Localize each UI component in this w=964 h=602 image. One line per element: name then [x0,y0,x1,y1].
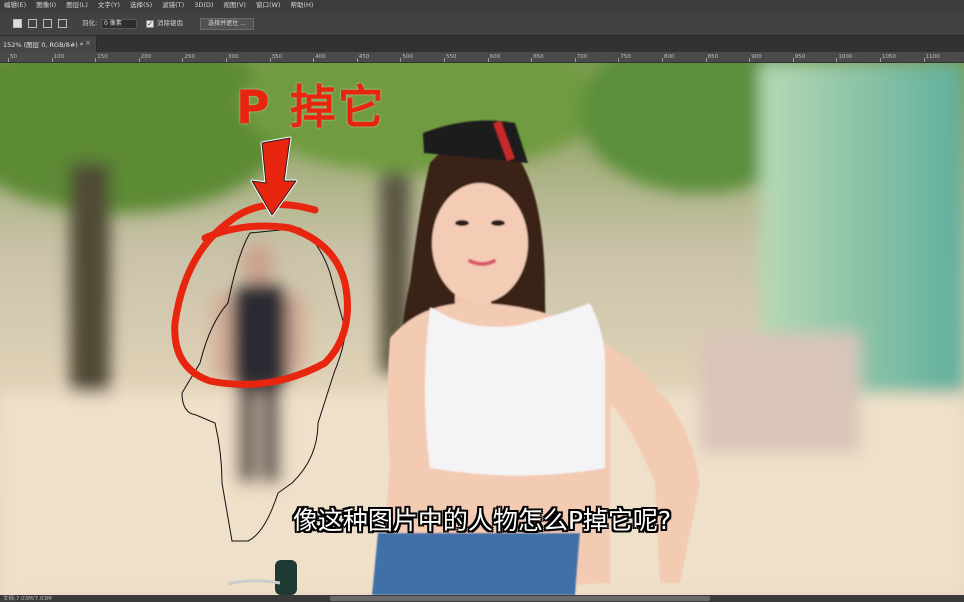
new-selection-icon[interactable] [13,19,22,28]
ruler-tick [356,58,358,62]
status-bar: 文档:7.03M/7.03M [0,595,964,602]
ruler-tick [792,58,794,62]
ruler-tick [182,58,184,62]
ruler-tick [8,58,9,62]
ruler-tick-label: 800 [664,54,675,60]
ruler-tick-label: 700 [576,54,588,60]
menu-item[interactable]: 视图(V) [223,0,246,11]
feather-label: 羽化: [82,19,98,27]
ruler-tick-label: 100 [53,54,65,60]
ruler-tick-label: 1100 [925,54,940,60]
ruler-tick-label: 400 [315,54,326,60]
antialias-checkbox[interactable]: ✓ [146,20,154,28]
ruler-tick [749,58,751,62]
ruler-tick-label: 600 [489,54,501,60]
ruler-tick [313,58,315,62]
ruler-tick-label: 850 [707,54,719,60]
add-to-selection-icon[interactable] [28,19,37,28]
ruler-tick [574,58,576,62]
ruler-tick [51,58,53,62]
ruler-tick [531,58,533,62]
ruler-tick-label: 50 [10,54,17,60]
menu-item[interactable]: 图层(L) [66,0,88,11]
ruler-tick-label: 900 [751,54,762,60]
ruler-tick-label: 650 [533,54,544,60]
ruler-tick-label: 1000 [838,54,853,60]
ruler-tick [618,58,620,62]
ruler-tick-label: 200 [140,54,152,60]
menu-item[interactable]: 帮助(H) [290,0,313,11]
ruler-tick [400,58,402,62]
ruler-tick-label: 500 [402,54,413,60]
ruler-tick [880,58,881,62]
document-tab[interactable]: 152% (图层 0, RGB/8#) * × [0,36,97,52]
ruler-tick [705,58,707,62]
menu-item[interactable]: 滤镜(T) [162,0,184,11]
ruler-tick-label: 300 [228,54,239,60]
document-tab-title: 152% (图层 0, RGB/8#) * [3,41,84,49]
antialias-label: 消除锯齿 [157,19,183,27]
menu-item[interactable]: 窗口(W) [256,0,281,11]
ruler-tick-label: 1050 [882,54,896,60]
menu-item[interactable]: 图像(I) [36,0,56,11]
ruler-tick-label: 350 [271,54,283,60]
ruler-tick [662,58,663,62]
select-and-mask-button[interactable]: 选择并遮住 ... [200,18,254,30]
ruler-tick-label: 950 [794,54,806,60]
ruler-tick [226,58,227,62]
menu-item[interactable]: 3D(D) [194,0,213,11]
ruler-tick [444,58,445,62]
close-icon[interactable]: × [85,39,91,47]
ruler-tick [138,58,140,62]
ruler-tick [923,58,925,62]
ruler-tick [836,58,838,62]
menu-bar: 编辑(E) 图像(I) 图层(L) 文字(Y) 选择(S) 滤镜(T) 3D(D) 视图(V)… [0,0,964,11]
ruler-tick-label: 750 [620,54,631,60]
document-tab-bar: 152% (图层 0, RGB/8#) * × [0,36,964,52]
doc-size-status: 文档:7.03M/7.03M [3,596,52,602]
menu-item[interactable]: 编辑(E) [4,0,26,11]
subtitle-caption: 像这种图片中的人物怎么P掉它呢? [292,506,672,535]
subtract-from-selection-icon[interactable] [43,19,52,28]
ruler-tick-label: 150 [97,54,108,60]
annotation-text: P 掉它 [236,80,386,134]
intersect-selection-icon[interactable] [58,19,67,28]
options-bar: 羽化: 0 像素 ✓ 消除锯齿 选择并遮住 ... [0,11,964,36]
ruler-tick [95,58,97,62]
feather-input[interactable]: 0 像素 [101,19,137,29]
ruler-tick [269,58,271,62]
ruler-tick-label: 250 [184,54,195,60]
menu-item[interactable]: 选择(S) [130,0,152,11]
ruler-tick [487,58,489,62]
ruler-tick-label: 450 [358,54,370,60]
horizontal-ruler: 50 100 150 200 250 300 350 400 450 500 550 600 650 70… [0,52,964,63]
ruler-tick-label: 550 [446,54,457,60]
menu-item[interactable]: 文字(Y) [98,0,120,11]
horizontal-scrollbar[interactable] [330,596,710,601]
